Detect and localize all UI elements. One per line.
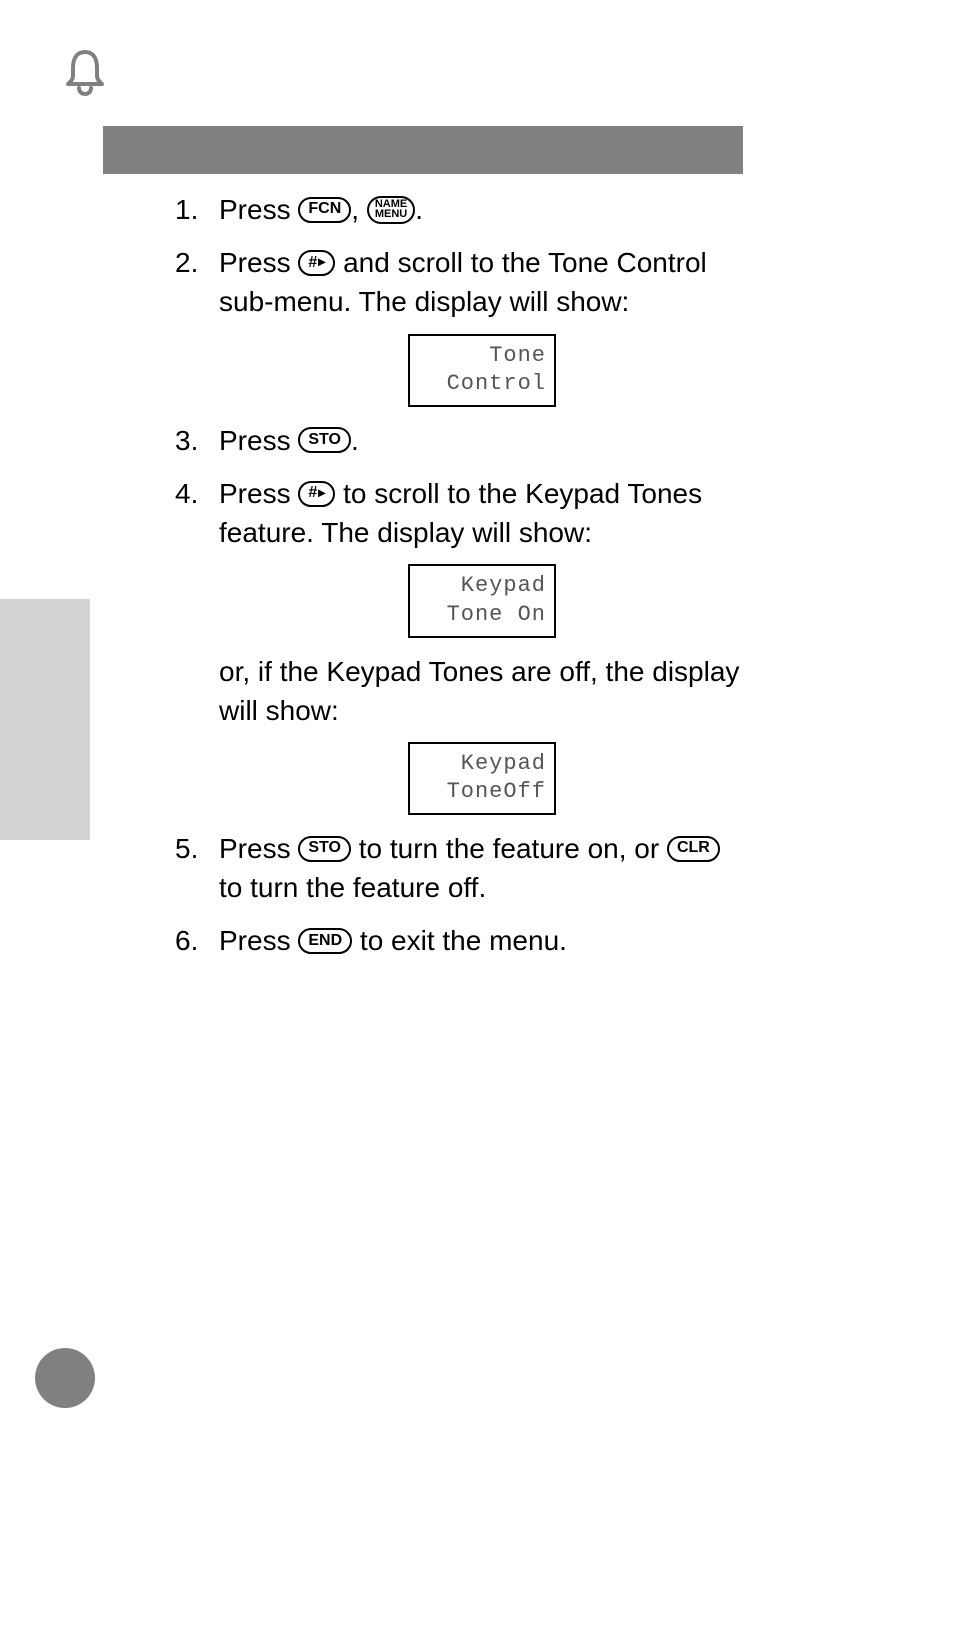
side-tab xyxy=(0,599,90,840)
display-line: Tone xyxy=(418,342,546,371)
step-text: Press xyxy=(219,194,298,225)
display-line: Control xyxy=(418,370,546,399)
instructions-content: Press FCN, NAME MENU . Press # and scrol… xyxy=(175,190,745,975)
step-1: Press FCN, NAME MENU . xyxy=(175,190,745,229)
step-text: Press xyxy=(219,833,298,864)
step-text: . xyxy=(351,425,359,456)
display-keypad-off: Keypad ToneOff xyxy=(408,742,556,815)
display-tone-control: Tone Control xyxy=(408,334,556,407)
display-line: Keypad xyxy=(418,572,546,601)
step-text: . xyxy=(415,194,423,225)
step-3: Press STO. xyxy=(175,421,745,460)
key-hash: # xyxy=(298,481,335,507)
step-text: to turn the feature on, or xyxy=(359,833,667,864)
step-text: to turn the feature off. xyxy=(219,872,486,903)
key-hash: # xyxy=(298,250,335,276)
step-text: Press xyxy=(219,425,298,456)
key-name-bottom: MENU xyxy=(375,210,407,219)
bell-icon xyxy=(62,48,108,98)
step-5: Press STO to turn the feature on, or CLR… xyxy=(175,829,745,907)
key-name-menu: NAME MENU xyxy=(367,196,415,224)
step-6: Press END to exit the menu. xyxy=(175,921,745,960)
key-end: END xyxy=(298,928,352,954)
step-2: Press # and scroll to the Tone Control s… xyxy=(175,243,745,407)
step-4: Press # to scroll to the Keypad Tones fe… xyxy=(175,474,745,815)
step-text: , xyxy=(351,194,367,225)
key-sto: STO xyxy=(298,427,351,453)
key-clr: CLR xyxy=(667,836,720,862)
display-keypad-on: Keypad Tone On xyxy=(408,564,556,637)
key-fcn: FCN xyxy=(298,197,351,223)
step-text: Press xyxy=(219,478,298,509)
step-text: Press xyxy=(219,925,298,956)
display-line: Tone On xyxy=(418,601,546,630)
step-text: or, if the Keypad Tones are off, the dis… xyxy=(219,656,739,726)
page-marker xyxy=(35,1348,95,1408)
step-text: to exit the menu. xyxy=(360,925,567,956)
step-text: Press xyxy=(219,247,298,278)
display-line: Keypad xyxy=(418,750,546,779)
key-sto: STO xyxy=(298,836,351,862)
display-line: ToneOff xyxy=(418,778,546,807)
header-bar xyxy=(103,126,743,174)
